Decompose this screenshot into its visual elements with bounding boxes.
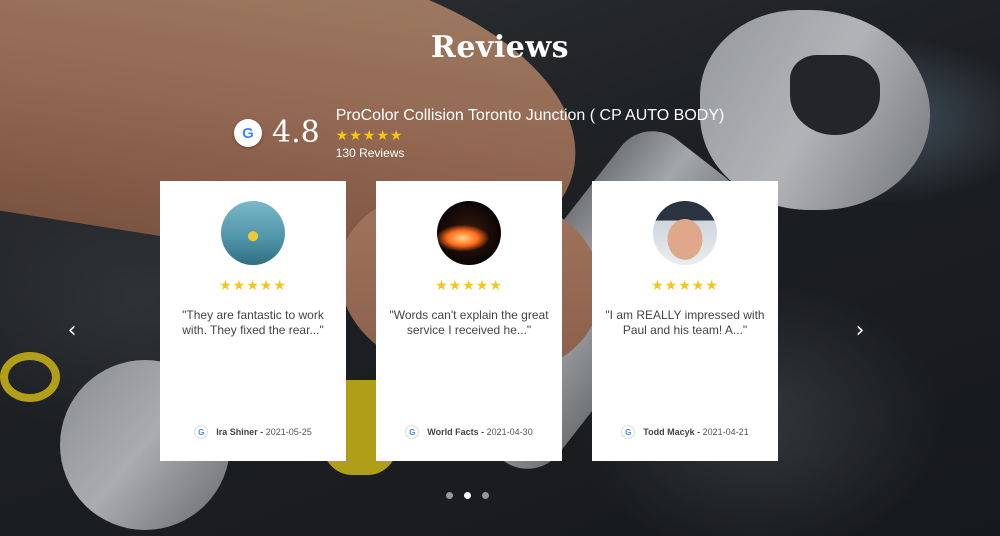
review-card[interactable]: ★★★★★ "I am REALLY impressed with Paul a…	[592, 181, 778, 461]
review-text[interactable]: "Words can't explain the great service I…	[389, 308, 549, 338]
pagination-dot-3[interactable]	[482, 492, 489, 499]
reviewer-name: Ira Shiner -	[216, 427, 264, 437]
page-title: Reviews	[430, 30, 570, 65]
google-icon: G	[194, 425, 209, 439]
review-date: 2021-04-21	[702, 427, 749, 437]
review-footer: G World Facts - 2021-04-30	[376, 425, 562, 439]
summary-stars: ★★★★★	[335, 126, 404, 143]
review-text[interactable]: "They are fantastic to work with. They f…	[173, 308, 333, 338]
review-footer: G Ira Shiner - 2021-05-25	[160, 425, 346, 439]
pagination-dot-1[interactable]	[446, 492, 453, 499]
reviewer-avatar	[437, 201, 501, 265]
review-count[interactable]: 130 Reviews	[336, 146, 725, 160]
google-icon: G	[621, 425, 636, 439]
pagination-dot-2[interactable]	[464, 492, 471, 499]
review-stars: ★★★★★	[435, 277, 503, 293]
carousel-pagination	[446, 492, 489, 499]
review-footer: G Todd Macyk - 2021-04-21	[592, 425, 778, 439]
review-text[interactable]: "I am REALLY impressed with Paul and his…	[605, 308, 765, 338]
average-rating: 4.8	[272, 115, 320, 150]
prev-arrow-icon[interactable]: ‹	[60, 316, 84, 344]
review-date: 2021-04-30	[486, 427, 533, 437]
next-arrow-icon[interactable]: ›	[848, 316, 872, 344]
business-info: ProColor Collision Toronto Junction ( CP…	[336, 107, 725, 160]
reviewer-avatar	[221, 201, 285, 265]
google-icon: G	[234, 119, 262, 147]
rating-summary: G 4.8 ProColor Collision Toronto Junctio…	[234, 104, 724, 162]
review-date: 2021-05-25	[265, 427, 312, 437]
review-stars: ★★★★★	[219, 277, 287, 293]
business-name[interactable]: ProColor Collision Toronto Junction ( CP…	[336, 107, 725, 125]
review-card[interactable]: ★★★★★ "Words can't explain the great ser…	[376, 181, 562, 461]
review-card[interactable]: ★★★★★ "They are fantastic to work with. …	[160, 181, 346, 461]
reviewer-name: Todd Macyk -	[643, 427, 701, 437]
review-stars: ★★★★★	[651, 277, 719, 293]
reviewer-name: World Facts -	[427, 427, 485, 437]
google-icon: G	[405, 425, 420, 439]
reviewer-avatar	[653, 201, 717, 265]
